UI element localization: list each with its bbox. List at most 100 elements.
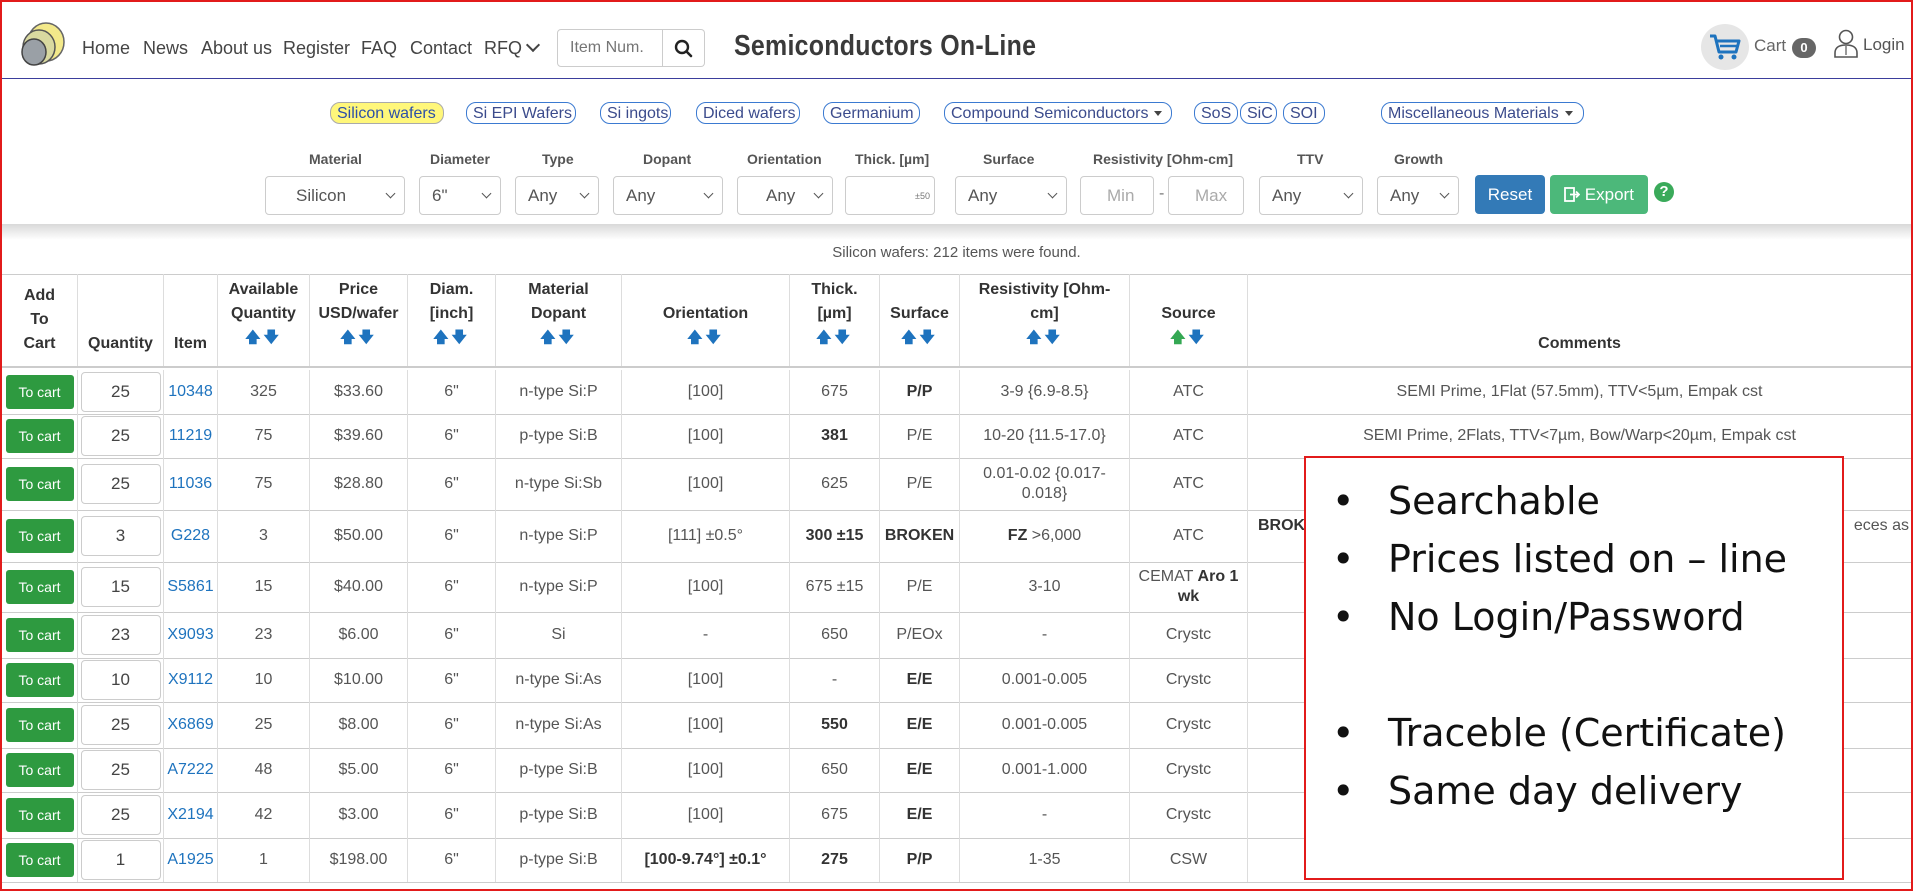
sort-desc-icon[interactable]: 🡇: [559, 329, 577, 346]
reset-button[interactable]: Reset: [1475, 175, 1545, 214]
quantity-input[interactable]: 3: [80, 516, 161, 556]
export-button[interactable]: Export: [1550, 175, 1648, 214]
sort-desc-icon[interactable]: 🡇: [706, 329, 724, 346]
item-link[interactable]: A1925: [164, 838, 218, 882]
item-link[interactable]: X2194: [164, 792, 218, 838]
nav-contact[interactable]: Contact: [410, 38, 472, 59]
sort-arrows[interactable]: 🡅🡇: [408, 326, 495, 350]
to-cart-button[interactable]: To cart: [5, 798, 74, 832]
sort-asc-icon[interactable]: 🡅: [687, 329, 705, 346]
login-link[interactable]: Login: [1863, 35, 1905, 55]
resistivity-max-input[interactable]: Max: [1168, 176, 1244, 215]
quantity-input[interactable]: 15: [80, 567, 161, 607]
quantity-input[interactable]: 23: [80, 615, 161, 655]
nav-home[interactable]: Home: [82, 38, 130, 59]
nav-register[interactable]: Register: [283, 38, 350, 59]
user-icon[interactable]: [1832, 28, 1860, 58]
help-icon[interactable]: ?: [1654, 182, 1674, 202]
sort-asc-icon[interactable]: 🡅: [340, 329, 358, 346]
to-cart-button[interactable]: To cart: [5, 708, 74, 742]
category-si-epi-wafers[interactable]: Si EPI Wafers: [466, 102, 576, 124]
material-select[interactable]: Silicon: [265, 176, 405, 215]
sort-desc-icon[interactable]: 🡇: [264, 329, 282, 346]
quantity-input[interactable]: 1: [80, 840, 161, 880]
sort-desc-icon[interactable]: 🡇: [835, 329, 853, 346]
category-miscellaneous-materials[interactable]: Miscellaneous Materials: [1381, 102, 1584, 124]
category-sos[interactable]: SoS: [1194, 102, 1238, 124]
item-search-input[interactable]: [558, 30, 662, 66]
quantity-input[interactable]: 25: [80, 705, 161, 745]
dopant-select[interactable]: Any: [613, 176, 723, 215]
item-link[interactable]: A7222: [164, 748, 218, 792]
sort-desc-icon[interactable]: 🡇: [359, 329, 377, 346]
to-cart-button[interactable]: To cart: [5, 843, 74, 877]
quantity-input[interactable]: 25: [80, 372, 161, 412]
logo-icon[interactable]: [20, 20, 66, 66]
sort-arrows[interactable]: 🡅🡇: [496, 326, 621, 350]
item-link[interactable]: X9112: [164, 658, 218, 702]
item-link[interactable]: S5861: [164, 562, 218, 612]
growth-select[interactable]: Any: [1377, 176, 1459, 215]
to-cart-button[interactable]: To cart: [5, 570, 74, 604]
item-link[interactable]: 11036: [164, 458, 218, 510]
search-button[interactable]: [663, 29, 705, 67]
sort-asc-icon[interactable]: 🡅: [433, 329, 451, 346]
item-link[interactable]: X9093: [164, 612, 218, 658]
sort-arrows[interactable]: 🡅🡇: [310, 326, 407, 350]
item-link[interactable]: 10348: [164, 370, 218, 414]
to-cart-button[interactable]: To cart: [5, 519, 74, 553]
to-cart-button[interactable]: To cart: [5, 663, 74, 697]
category-compound-semiconductors[interactable]: Compound Semiconductors: [944, 102, 1172, 124]
quantity-input[interactable]: 10: [80, 660, 161, 700]
ttv-select[interactable]: Any: [1259, 176, 1363, 215]
sort-desc-icon[interactable]: 🡇: [1045, 329, 1063, 346]
category-si-ingots[interactable]: Si ingots: [600, 102, 671, 124]
quantity-input[interactable]: 25: [80, 750, 161, 790]
category-germanium[interactable]: Germanium: [823, 102, 920, 124]
sort-arrows[interactable]: 🡅🡇: [880, 326, 959, 350]
sort-arrows[interactable]: 🡅🡇: [218, 326, 309, 350]
quantity-input[interactable]: 25: [80, 416, 161, 456]
quantity-input[interactable]: 25: [80, 795, 161, 835]
cart-label[interactable]: Cart: [1754, 36, 1786, 56]
to-cart-button[interactable]: To cart: [5, 419, 74, 453]
cart-button[interactable]: [1701, 24, 1749, 70]
sort-asc-icon[interactable]: 🡅: [1026, 329, 1044, 346]
sort-asc-icon[interactable]: 🡅: [540, 329, 558, 346]
category-silicon-wafers[interactable]: Silicon wafers: [330, 102, 444, 124]
sort-asc-icon[interactable]: 🡅: [816, 329, 834, 346]
orientation-select[interactable]: Any: [737, 176, 833, 215]
sort-desc-icon[interactable]: 🡇: [1189, 329, 1207, 346]
quantity-input[interactable]: 25: [80, 464, 161, 504]
category-soi[interactable]: SOI: [1283, 102, 1325, 124]
sort-arrows[interactable]: 🡅🡇: [1130, 326, 1247, 350]
sort-desc-icon[interactable]: 🡇: [452, 329, 470, 346]
nav-faq[interactable]: FAQ: [361, 38, 397, 59]
category-label: Silicon wafers: [337, 105, 436, 122]
nav-about-us[interactable]: About us: [201, 38, 272, 59]
category-sic[interactable]: SiC: [1240, 102, 1277, 124]
sort-arrows[interactable]: 🡅🡇: [622, 326, 789, 350]
type-select[interactable]: Any: [515, 176, 599, 215]
item-link[interactable]: G228: [164, 510, 218, 562]
surface-select[interactable]: Any: [955, 176, 1067, 215]
sort-asc-icon[interactable]: 🡅: [245, 329, 263, 346]
sort-desc-icon[interactable]: 🡇: [920, 329, 938, 346]
item-search-field[interactable]: [557, 29, 663, 67]
item-link[interactable]: X6869: [164, 702, 218, 748]
nav-news[interactable]: News: [143, 38, 188, 59]
sort-asc-icon[interactable]: 🡅: [901, 329, 919, 346]
category-diced-wafers[interactable]: Diced wafers: [696, 102, 800, 124]
sort-arrows[interactable]: 🡅🡇: [790, 326, 879, 350]
thickness-input[interactable]: ±50: [845, 176, 935, 215]
nav-rfq[interactable]: RFQ: [484, 37, 541, 59]
sort-arrows[interactable]: 🡅🡇: [960, 326, 1129, 350]
diameter-select[interactable]: 6": [419, 176, 501, 215]
resistivity-min-input[interactable]: Min: [1080, 176, 1154, 215]
to-cart-button[interactable]: To cart: [5, 467, 74, 501]
to-cart-button[interactable]: To cart: [5, 375, 74, 409]
sort-asc-icon[interactable]: 🡅: [1170, 329, 1188, 346]
item-link[interactable]: 11219: [164, 414, 218, 458]
to-cart-button[interactable]: To cart: [5, 618, 74, 652]
to-cart-button[interactable]: To cart: [5, 753, 74, 787]
